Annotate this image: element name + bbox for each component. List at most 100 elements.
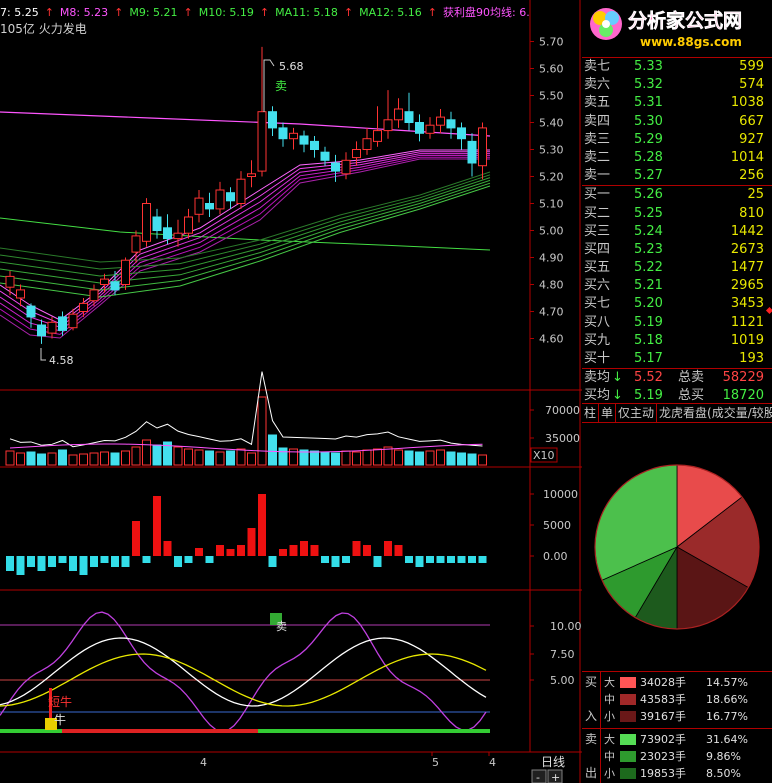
flow-bars: [6, 494, 487, 575]
chart-area[interactable]: 5.70 5.60 5.50 5.40 5.30 5.20 5.10 5.00 4.90 4.80…: [0, 0, 582, 783]
order-book-row[interactable]: 买九 5.18 1019: [582, 332, 772, 350]
tab-3[interactable]: 龙虎看盘(成交量/较股: [657, 404, 772, 422]
period-label[interactable]: 日线: [541, 755, 565, 769]
candle: [16, 289, 25, 299]
candle: [236, 178, 246, 204]
order-price: 5.28: [634, 149, 663, 165]
order-price: 5.33: [634, 59, 663, 74]
flow-bar: [384, 541, 392, 556]
flow-bar: [363, 545, 371, 556]
flow-bar: [342, 556, 350, 563]
order-level-label: 买七: [584, 296, 611, 312]
order-book-row[interactable]: 买八 5.19 1121: [582, 314, 772, 332]
candle: [184, 216, 193, 234]
order-book-row[interactable]: 买二 5.25 810: [582, 205, 772, 223]
flow-bar: [237, 545, 245, 556]
order-book-row[interactable]: 买七 5.20 3453: [582, 295, 772, 313]
volume-bar: [446, 451, 456, 466]
low-marker: 4.58: [40, 348, 74, 367]
order-price: 5.29: [634, 131, 663, 147]
flow-percent: 31.64%: [706, 733, 748, 746]
view-tabs[interactable]: 柱单仅主动 龙虎看盘(成交量/较股: [582, 404, 772, 422]
order-volume: 25: [747, 187, 764, 203]
order-book-row[interactable]: 卖四 5.30 667: [582, 113, 772, 131]
order-volume: 1014: [730, 149, 764, 165]
candle: [415, 122, 424, 134]
flow-row: 卖大 73902手 31.64%: [582, 731, 772, 748]
flow-bar: [195, 548, 203, 556]
order-price: 5.32: [634, 77, 663, 93]
flow-hands: 34028手: [640, 676, 686, 689]
sell-signal-main: 卖: [275, 79, 287, 93]
logo-title: 分析家公式网: [628, 9, 742, 32]
flow-size-label: 小: [604, 767, 615, 780]
flow-bar: [447, 556, 455, 563]
volume-bar: [247, 452, 256, 466]
order-book-row[interactable]: 卖二 5.28 1014: [582, 149, 772, 167]
volume-bar: [436, 449, 445, 466]
order-book-row[interactable]: 买一 5.26 25: [582, 186, 772, 204]
order-book-row[interactable]: 卖一 5.27 256: [582, 167, 772, 185]
flow-bar: [184, 556, 193, 563]
flow-bar: [247, 528, 256, 556]
zoom-in-button[interactable]: +: [547, 769, 563, 783]
order-book-row[interactable]: 卖六 5.32 574: [582, 76, 772, 94]
zoom-out-button[interactable]: -: [531, 769, 547, 783]
volume-bar: [100, 451, 109, 466]
flow-hands: 19853手: [640, 767, 686, 780]
order-level-label: 买一: [584, 187, 611, 203]
order-price: 5.23: [634, 241, 663, 257]
tab-2[interactable]: 仅主动: [616, 404, 658, 422]
price-axis: 5.70 5.60 5.50 5.40 5.30 5.20 5.10 5.00 4.90 4.80…: [530, 36, 564, 346]
flow-bar: [79, 556, 88, 575]
flow-bar: [478, 556, 487, 563]
price-tick: 5.70: [539, 36, 564, 49]
kdj-buy-label-1: 短牛: [48, 694, 72, 709]
flow-hands: 23023手: [640, 750, 686, 763]
tab-1[interactable]: 单: [599, 404, 617, 422]
order-book-row[interactable]: 买六 5.21 2965: [582, 277, 772, 295]
order-volume: 256: [739, 168, 764, 184]
candle: [362, 138, 372, 150]
order-price: 5.19: [634, 314, 663, 330]
candle: [131, 235, 141, 253]
order-book-row[interactable]: 买五 5.22 1477: [582, 259, 772, 277]
flow-row: 买大 34028手 14.57%: [582, 674, 772, 691]
flow-bar: [27, 556, 35, 567]
candle: [247, 173, 256, 178]
order-level-label: 买九: [584, 332, 611, 348]
time-label-1: 4: [200, 756, 207, 769]
flow-bar: [16, 556, 25, 575]
flow-pie-chart: [594, 464, 760, 630]
high-marker: 5.68 卖: [263, 59, 304, 112]
order-level-label: 买十: [584, 351, 611, 366]
order-book-row[interactable]: 买三 5.24 1442: [582, 223, 772, 241]
order-price: 5.30: [634, 113, 663, 129]
tab-0[interactable]: 柱: [582, 404, 600, 422]
volume-bar: [16, 452, 25, 466]
order-book-row[interactable]: 买十 5.17 193: [582, 350, 772, 368]
candle: [142, 203, 151, 242]
order-book-row[interactable]: 卖五 5.31 1038: [582, 94, 772, 112]
candle: [58, 316, 67, 331]
flow-bar: [6, 556, 14, 571]
kdj-tick: 7.50: [550, 648, 575, 661]
volume-bar: [37, 453, 46, 466]
candle: [163, 227, 172, 240]
bid-list: 买一 5.26 25 买二 5.25 810 买三 5.24 1442 买四 5.23 2673 买五 5…: [582, 186, 772, 368]
order-book-row[interactable]: 卖三 5.29 927: [582, 131, 772, 149]
candle: [257, 111, 267, 172]
logo-url: www.88gs.com: [640, 35, 742, 49]
flow-bar: [300, 541, 308, 556]
candle: [478, 127, 487, 167]
volume-bar: [467, 453, 477, 466]
candle: [173, 232, 183, 240]
summary-label-2: 总卖: [678, 370, 705, 386]
flow-size-label: 中: [604, 750, 615, 763]
candles: [5, 46, 487, 344]
order-book-row[interactable]: 卖七 5.33 599: [582, 58, 772, 76]
candle: [446, 119, 456, 129]
order-book-row[interactable]: 买四 5.23 2673: [582, 241, 772, 259]
candle: [79, 302, 88, 312]
order-level-label: 买二: [584, 205, 611, 221]
